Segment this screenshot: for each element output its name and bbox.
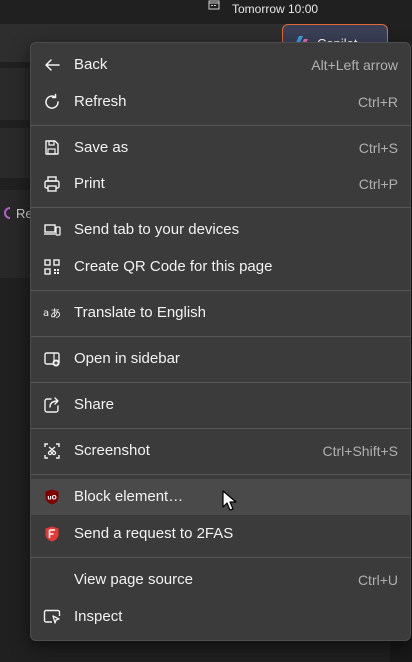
- share-icon: [43, 396, 61, 414]
- menu-item-label: Screenshot: [74, 442, 150, 459]
- menu-item-save-as[interactable]: Save as Ctrl+S: [31, 130, 410, 166]
- context-menu: Back Alt+Left arrow Refresh Ctrl+R Save …: [30, 42, 411, 641]
- menu-item-label: Send tab to your devices: [74, 221, 240, 238]
- menu-item-label: Refresh: [74, 93, 127, 110]
- menu-item-share[interactable]: Share: [31, 387, 410, 423]
- calendar-icon: [208, 0, 220, 10]
- menu-item-label: Back: [74, 56, 108, 73]
- translate-icon: aあ: [43, 304, 61, 322]
- menu-item-label: Inspect: [74, 608, 123, 625]
- menu-item-translate[interactable]: aあ Translate to English: [31, 295, 410, 331]
- menu-item-inspect[interactable]: Inspect: [31, 599, 410, 635]
- menu-separator: [31, 207, 410, 208]
- background-fragment-icon: [4, 207, 11, 219]
- menu-separator: [31, 428, 410, 429]
- menu-item-open-sidebar[interactable]: Open in sidebar: [31, 341, 410, 377]
- sidebar-icon: [43, 350, 61, 368]
- save-icon: [43, 139, 61, 157]
- menu-item-label: Open in sidebar: [74, 350, 180, 367]
- menu-item-print[interactable]: Print Ctrl+P: [31, 166, 410, 202]
- menu-separator: [31, 125, 410, 126]
- menu-item-label: Create QR Code for this page: [74, 258, 273, 275]
- svg-text:uO: uO: [47, 495, 56, 502]
- menu-item-back[interactable]: Back Alt+Left arrow: [31, 47, 410, 83]
- menu-item-shortcut: Ctrl+U: [357, 572, 398, 588]
- refresh-icon: [43, 93, 61, 111]
- menu-separator: [31, 557, 410, 558]
- ublock-origin-icon: uO: [43, 488, 61, 506]
- 2fas-icon: [43, 525, 61, 543]
- menu-item-shortcut: Ctrl+Shift+S: [322, 443, 398, 459]
- menu-item-qr-code[interactable]: Create QR Code for this page: [31, 249, 410, 285]
- menu-item-label: Print: [74, 175, 105, 192]
- menu-item-send-tab[interactable]: Send tab to your devices: [31, 212, 410, 248]
- qr-code-icon: [43, 258, 61, 276]
- menu-item-label: Block element…: [74, 488, 184, 505]
- menu-item-shortcut: Alt+Left arrow: [311, 57, 398, 73]
- menu-item-label: Share: [74, 396, 115, 413]
- menu-separator: [31, 382, 410, 383]
- background-panel: [0, 68, 30, 120]
- menu-item-label: View page source: [74, 571, 193, 588]
- browser-page: Tomorrow 10:00 Copilot Re Back Alt+Left …: [0, 0, 412, 662]
- inspect-icon: [43, 608, 61, 626]
- menu-separator: [31, 474, 410, 475]
- menu-item-label: Send a request to 2FAS: [74, 525, 234, 542]
- menu-item-shortcut: Ctrl+P: [358, 176, 398, 192]
- menu-item-shortcut: Ctrl+S: [358, 140, 398, 156]
- devices-icon: [43, 221, 61, 239]
- background-panel: [0, 128, 30, 178]
- menu-separator: [31, 336, 410, 337]
- menu-item-shortcut: Ctrl+R: [357, 94, 398, 110]
- menu-item-send-2fas[interactable]: Send a request to 2FAS: [31, 516, 410, 552]
- arrow-left-icon: [43, 56, 61, 74]
- menu-item-view-source[interactable]: View page source Ctrl+U: [31, 562, 410, 598]
- menu-item-block-element[interactable]: uO Block element…: [31, 479, 410, 515]
- taskbar-time: Tomorrow 10:00: [232, 2, 319, 16]
- menu-item-refresh[interactable]: Refresh Ctrl+R: [31, 84, 410, 120]
- menu-item-label: Save as: [74, 139, 129, 156]
- background-panel: [0, 190, 30, 278]
- svg-text:a: a: [43, 308, 49, 319]
- mouse-pointer-icon: [222, 490, 237, 511]
- menu-item-label: Translate to English: [74, 304, 207, 321]
- screenshot-icon: [43, 442, 61, 460]
- svg-text:あ: あ: [50, 307, 61, 320]
- printer-icon: [43, 175, 61, 193]
- menu-item-screenshot[interactable]: Screenshot Ctrl+Shift+S: [31, 433, 410, 469]
- menu-separator: [31, 290, 410, 291]
